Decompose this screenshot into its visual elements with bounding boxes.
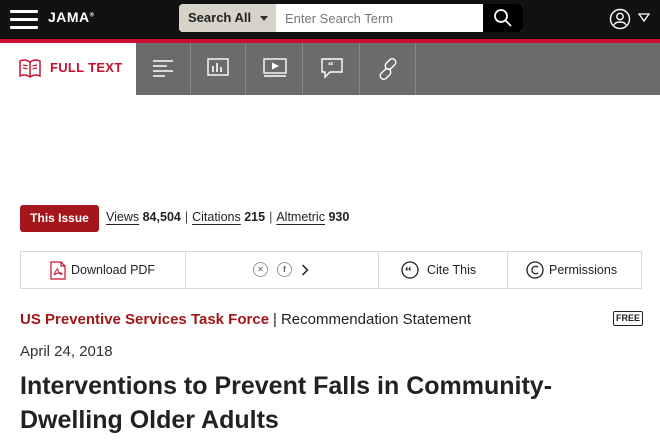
account-dropdown-icon[interactable]: [638, 13, 650, 23]
menu-icon[interactable]: [10, 9, 38, 31]
quote-icon: “: [401, 261, 419, 279]
category-link[interactable]: US Preventive Services Task Force: [20, 311, 269, 328]
pdf-icon: [50, 261, 66, 280]
altmetric-link[interactable]: Altmetric: [276, 210, 325, 224]
figures-icon: [207, 58, 229, 76]
x-share-icon[interactable]: ✕: [253, 262, 268, 277]
publication-date: April 24, 2018: [20, 343, 113, 360]
facebook-share-icon[interactable]: f: [277, 262, 292, 277]
search-bar: Search All: [179, 4, 523, 32]
article-category: US Preventive Services Task Force | Recomm…: [20, 311, 472, 328]
action-divider: [185, 252, 186, 288]
copyright-icon: [526, 261, 544, 279]
search-input[interactable]: [276, 4, 483, 32]
article-title: Interventions to Prevent Falls in Commun…: [20, 372, 553, 434]
book-icon: [19, 59, 41, 78]
tab-outline[interactable]: [136, 43, 191, 95]
cite-this-button[interactable]: “ Cite This: [379, 252, 507, 288]
citations-count: 215: [244, 210, 266, 224]
article-type: Recommendation Statement: [280, 311, 472, 328]
outline-icon: [153, 60, 173, 77]
user-account-icon[interactable]: [609, 8, 631, 30]
views-link[interactable]: Views: [106, 210, 139, 224]
article-metrics: Views 84,504 | Citations 215 | Altmetric 930: [106, 210, 350, 224]
video-icon: [263, 58, 287, 77]
download-pdf-button[interactable]: Download PDF: [21, 252, 185, 288]
tab-figures[interactable]: [191, 43, 246, 95]
tab-comments[interactable]: “: [303, 43, 360, 95]
permissions-button[interactable]: Permissions: [508, 252, 642, 288]
permissions-label: Permissions: [549, 263, 618, 277]
altmetric-count: 930: [328, 210, 350, 224]
citations-link[interactable]: Citations: [192, 210, 241, 224]
search-icon: [494, 9, 512, 27]
jama-logo[interactable]: JAMA®: [48, 9, 95, 25]
search-button[interactable]: [483, 4, 523, 32]
comments-icon: “: [321, 58, 343, 79]
search-scope-label: Search All: [188, 10, 252, 25]
tab-full-text-label: FULL TEXT: [50, 60, 123, 75]
download-pdf-label: Download PDF: [71, 263, 156, 277]
tab-full-text[interactable]: FULL TEXT: [0, 43, 136, 95]
svg-text:“: “: [405, 263, 412, 278]
tab-video[interactable]: [246, 43, 303, 95]
free-badge: FREE: [613, 311, 643, 326]
article-action-bar: Download PDF ✕ f “ Cite This Permissions: [20, 251, 642, 289]
search-scope-select[interactable]: Search All: [179, 4, 276, 32]
views-count: 84,504: [142, 210, 181, 224]
chevron-down-icon: [260, 16, 268, 21]
link-icon: [379, 58, 397, 80]
tab-link[interactable]: [360, 43, 416, 95]
this-issue-button[interactable]: This Issue: [20, 205, 99, 232]
chevron-right-icon[interactable]: [301, 264, 309, 276]
article-tab-bar: FULL TEXT “: [0, 43, 660, 95]
svg-text:“: “: [328, 60, 334, 72]
top-header: JAMA® Search All: [0, 0, 660, 43]
cite-this-label: Cite This: [427, 263, 477, 277]
